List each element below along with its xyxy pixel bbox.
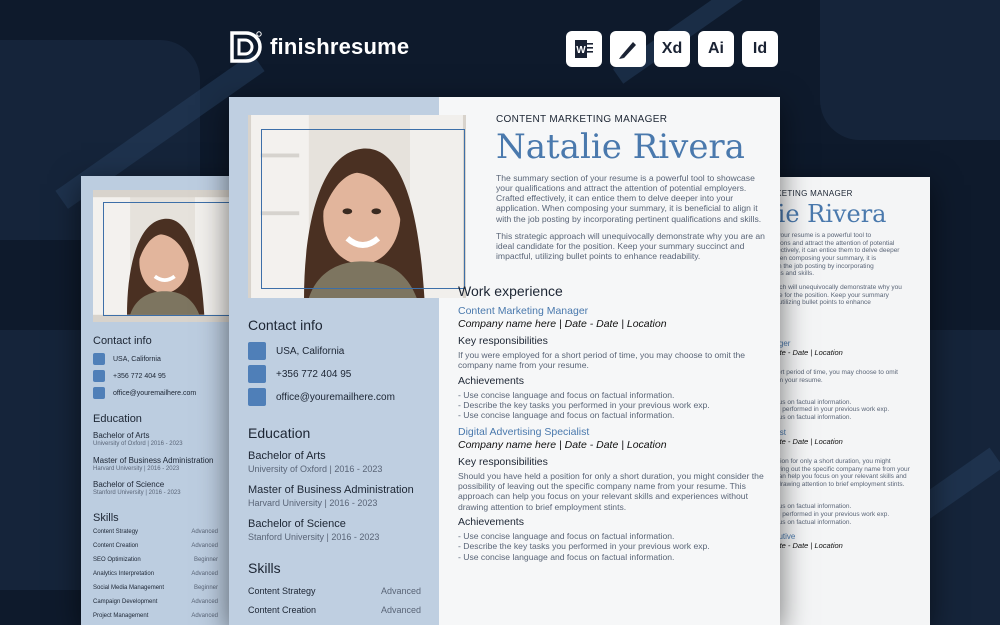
degree: Bachelor of Science <box>248 518 346 530</box>
education-title: Education <box>248 425 311 441</box>
skills-title: Skills <box>93 512 119 524</box>
degree: Master of Business Administration <box>248 484 414 496</box>
brand-name: finishresume <box>270 34 410 59</box>
illustrator-icon[interactable]: Ai <box>698 31 734 67</box>
skill-row: Content Strategy Advanced <box>93 529 218 535</box>
degree: Master of Business Administration <box>93 456 214 465</box>
word-icon[interactable]: W <box>566 31 602 67</box>
pen-icon[interactable] <box>610 31 646 67</box>
achievements-title: Achievements <box>458 374 524 387</box>
contact-item: +356 772 404 95 <box>93 370 166 382</box>
achievements: focus on factual information. you perform… <box>770 503 890 526</box>
job-subtitle: Company name here | Date - Date | Locati… <box>458 318 667 331</box>
contact-item: +356 772 404 95 <box>248 365 351 383</box>
skill-row: SEO Optimization Beginner <box>93 557 218 563</box>
job-title: Digital Advertising Specialist <box>458 425 590 438</box>
skill-row: Content Strategy Advanced <box>248 586 421 596</box>
achievements: - Use concise language and focus on fact… <box>458 530 710 562</box>
job-title: Content Marketing Manager <box>458 305 589 318</box>
summary: The summary section of your resume is a … <box>496 173 762 224</box>
work-title: Work experience <box>458 283 563 300</box>
job-subtitle: Date - Date | Location <box>770 347 843 357</box>
skill-row: Content Creation Advanced <box>248 605 421 615</box>
location-icon <box>248 342 266 360</box>
contact-item: office@youremailhere.com <box>93 387 196 399</box>
word-letter: W <box>576 45 586 56</box>
school: Stanford University | 2016 - 2023 <box>248 532 380 542</box>
photo-frame <box>103 202 249 316</box>
degree: Bachelor of Arts <box>93 431 150 440</box>
main-column: CONTENT MARKETING MANAGER Natalie Rivera… <box>458 114 768 562</box>
format-icons: W Xd Ai Id <box>566 31 778 67</box>
phone-icon <box>248 365 266 383</box>
school: Stanford University | 2016 - 2023 <box>93 490 181 496</box>
school: University of Oxford | 2016 - 2023 <box>93 441 183 447</box>
brand-logo[interactable]: finishresume <box>228 30 409 64</box>
degree: Bachelor of Arts <box>248 450 326 462</box>
summary: This strategic approach will unequivocal… <box>496 230 765 261</box>
job-subtitle: Date - Date | Location <box>770 541 843 551</box>
achievements-title: Achievements <box>458 515 524 528</box>
job-subtitle: Date - Date | Location <box>770 436 843 446</box>
email-icon <box>93 387 105 399</box>
achievements: - Use concise language and focus on fact… <box>458 389 710 421</box>
achievements: focus on factual information. you perform… <box>770 398 890 422</box>
location-icon <box>93 353 105 365</box>
contact-title: Contact info <box>93 335 152 347</box>
email-icon <box>248 388 266 406</box>
skill-row: Campaign Development Advanced <box>93 599 218 605</box>
xd-icon[interactable]: Xd <box>654 31 690 67</box>
skill-row: Analytics Interpretation Advanced <box>93 571 218 577</box>
degree: Bachelor of Science <box>93 480 165 489</box>
photo-frame <box>261 129 465 289</box>
skill-row: Social Media Management Beginner <box>93 585 218 591</box>
resume-name: Natalie Rivera <box>496 127 745 167</box>
responsibilities-title: Key responsibilities <box>458 455 548 468</box>
job-subtitle: Company name here | Date - Date | Locati… <box>458 438 667 451</box>
contact-item: office@youremailhere.com <box>248 388 395 406</box>
skill-row: Content Creation Advanced <box>93 543 218 549</box>
resume-name: lie Rivera <box>770 200 887 228</box>
contact-item: USA, California <box>93 353 161 365</box>
job-title: ialist <box>770 428 925 437</box>
resume-preview-main: Contact info USA, California +356 772 40… <box>229 97 780 625</box>
contact-item: USA, California <box>248 342 344 360</box>
skill-row: Project Management Advanced <box>93 613 218 619</box>
education-title: Education <box>93 413 142 425</box>
job-kicker: RKETING MANAGER <box>770 189 853 198</box>
school: Harvard University | 2016 - 2023 <box>248 498 378 508</box>
school: University of Oxford | 2016 - 2023 <box>248 464 383 474</box>
school: Harvard University | 2016 - 2023 <box>93 466 180 472</box>
indesign-icon[interactable]: Id <box>742 31 778 67</box>
phone-icon <box>93 370 105 382</box>
job-title: nager <box>770 338 791 348</box>
responsibilities: osition for only a short duration, you m… <box>770 457 910 489</box>
responsibilities: If you were employed for a short period … <box>458 350 746 371</box>
finishresume-logo-icon <box>228 30 262 64</box>
contact-title: Contact info <box>248 317 323 333</box>
job-title: ecutive <box>770 532 796 542</box>
summary: of your resume is a powerful tool to cati… <box>770 232 902 307</box>
skills-title: Skills <box>248 560 281 576</box>
responsibilities: Should you have held a position for only… <box>458 470 764 512</box>
responsibilities-title: Key responsibilities <box>458 335 548 348</box>
responsibilities: short period of time, you may choose to … <box>770 368 898 384</box>
job-kicker: CONTENT MARKETING MANAGER <box>496 114 668 125</box>
